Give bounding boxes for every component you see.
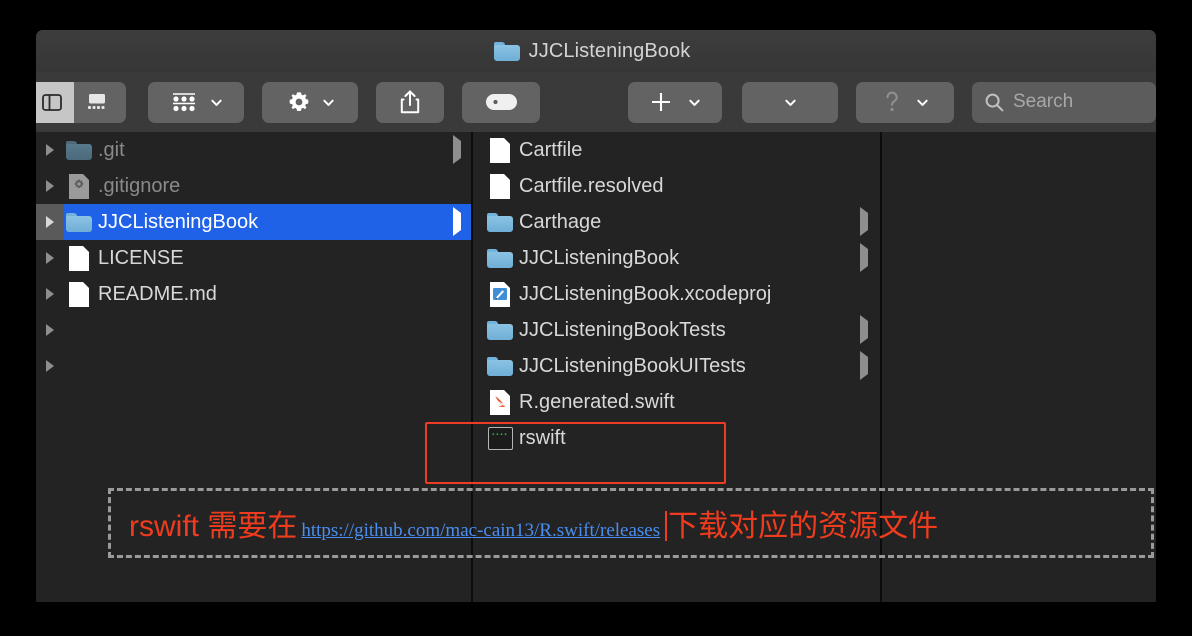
list-item-label: JJCListeningBookTests	[519, 318, 726, 341]
swift-file-icon	[485, 389, 515, 415]
list-item[interactable]: JJCListeningBook.xcodeproj	[473, 276, 880, 312]
list-item-label: README.md	[98, 282, 217, 305]
view-options-button[interactable]	[148, 81, 244, 123]
folder-icon	[493, 41, 520, 61]
gear-icon	[289, 92, 308, 112]
chevron-down-icon	[322, 99, 334, 106]
disclosure-triangle[interactable]	[36, 204, 64, 240]
swift-bird-icon	[494, 395, 505, 407]
list-item-label: JJCListeningBook	[98, 210, 259, 233]
folder-icon	[485, 356, 515, 376]
disclosure-triangle[interactable]	[36, 276, 64, 312]
tag-icon	[486, 94, 517, 110]
list-item-label: .gitignore	[98, 174, 181, 197]
document-icon	[485, 173, 515, 199]
chevron-right-icon	[860, 243, 868, 272]
list-item[interactable]: Cartfile.resolved	[473, 168, 880, 204]
finder-window: JJCListeningBook Search .git .gitignore …	[36, 30, 1156, 602]
list-item-selected[interactable]: JJCListeningBook	[36, 204, 471, 240]
search-field[interactable]: Search	[972, 81, 1156, 123]
list-item[interactable]: R.generated.swift	[473, 384, 880, 420]
chevron-down-icon	[688, 99, 700, 106]
terminal-exec-icon: ▪▪▪▪	[485, 426, 515, 450]
folder-icon	[485, 212, 515, 232]
column-first: .git .gitignore JJCListeningBook LICENSE…	[36, 132, 473, 602]
list-item-label: JJCListeningBook	[519, 246, 680, 269]
chevron-right-icon	[860, 351, 868, 380]
chevron-right-icon	[453, 135, 461, 164]
share-button[interactable]	[376, 81, 444, 123]
list-item-label: Cartfile.resolved	[519, 174, 664, 197]
list-item-label: rswift	[519, 426, 566, 449]
xcodeproj-icon	[485, 281, 515, 307]
grid-view-icon	[172, 93, 195, 112]
list-item[interactable]: JJCListeningBook	[473, 240, 880, 276]
toolbar: Search	[36, 72, 1156, 132]
sidebar-toggle-button[interactable]	[36, 81, 74, 123]
question-icon	[885, 91, 898, 112]
list-item[interactable]: .gitignore	[36, 168, 471, 204]
gear-icon	[74, 178, 84, 188]
list-item[interactable]: README.md	[36, 276, 471, 312]
search-icon	[985, 93, 1004, 112]
folder-icon	[64, 212, 94, 232]
window-titlebar: JJCListeningBook	[36, 30, 1156, 72]
list-item-label: R.generated.swift	[519, 390, 675, 413]
terminal-prompt-glyph: ▪▪▪▪	[491, 430, 508, 438]
column-browser: .git .gitignore JJCListeningBook LICENSE…	[36, 132, 1156, 602]
list-item-label: .git	[98, 138, 125, 161]
disclosure-triangle[interactable]	[36, 240, 64, 276]
chevron-down-icon	[916, 99, 928, 106]
column-second: Cartfile Cartfile.resolved Carthage JJCL…	[473, 132, 882, 602]
column-third	[882, 132, 1156, 602]
list-item[interactable]	[36, 312, 471, 348]
disclosure-triangle[interactable]	[36, 168, 64, 204]
chevron-down-icon	[210, 99, 222, 106]
disclosure-triangle[interactable]	[36, 312, 64, 348]
sidebar-icon	[41, 93, 62, 111]
xcode-blueprint-icon	[493, 287, 507, 300]
list-item[interactable]: JJCListeningBookTests	[473, 312, 880, 348]
folder-icon	[485, 320, 515, 340]
gallery-view-icon	[87, 94, 105, 109]
chevron-right-icon	[453, 207, 461, 236]
chevron-right-icon	[860, 207, 868, 236]
action-menu-button[interactable]	[262, 81, 358, 123]
list-item-rswift[interactable]: ▪▪▪▪ rswift	[473, 420, 880, 456]
gallery-view-button[interactable]	[74, 82, 119, 123]
list-item[interactable]	[36, 348, 471, 384]
view-segmented-control[interactable]	[36, 81, 126, 123]
help-button[interactable]	[856, 81, 954, 123]
list-item[interactable]: .git	[36, 132, 471, 168]
disclosure-triangle[interactable]	[36, 132, 64, 168]
chevron-right-icon	[860, 315, 868, 344]
list-item[interactable]: JJCListeningBookUITests	[473, 348, 880, 384]
add-button[interactable]	[628, 81, 722, 123]
tag-button[interactable]	[462, 81, 540, 123]
folder-icon	[485, 248, 515, 268]
arrange-button[interactable]	[742, 81, 838, 123]
gitignore-file-icon	[64, 173, 94, 199]
folder-icon-dim	[64, 140, 94, 160]
plus-icon	[651, 93, 670, 111]
list-item-label: Carthage	[519, 210, 602, 233]
chevron-down-icon	[784, 99, 796, 106]
document-icon	[64, 245, 94, 271]
list-item[interactable]: LICENSE	[36, 240, 471, 276]
share-icon	[400, 90, 420, 114]
list-item-label: Cartfile	[519, 138, 583, 161]
list-item-label: LICENSE	[98, 246, 184, 269]
document-icon	[64, 281, 94, 307]
window-title: JJCListeningBook	[528, 39, 691, 62]
list-item-label: JJCListeningBookUITests	[519, 354, 746, 377]
search-placeholder: Search	[1013, 91, 1074, 112]
disclosure-triangle[interactable]	[36, 348, 64, 384]
list-item[interactable]: Carthage	[473, 204, 880, 240]
list-item-label: JJCListeningBook.xcodeproj	[519, 282, 772, 305]
document-icon	[485, 137, 515, 163]
screen: JJCListeningBook Search .git .gitignore …	[0, 0, 1192, 636]
list-item[interactable]: Cartfile	[473, 132, 880, 168]
